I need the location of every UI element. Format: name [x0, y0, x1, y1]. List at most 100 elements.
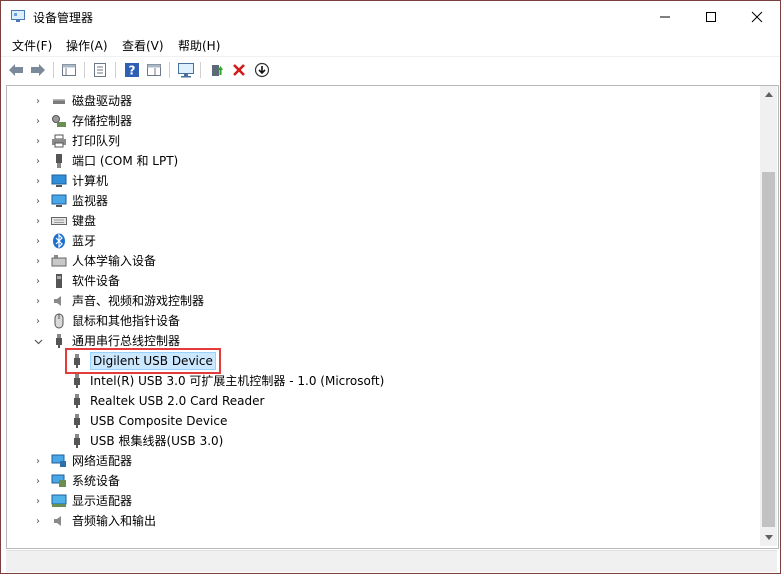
back-arrow-icon: [9, 64, 23, 76]
device-manager-window: 设备管理器 文件(F) 操作(A) 查看(V) 帮助(H) ? › 磁盘驱动器 …: [0, 0, 781, 574]
tree-item-bluetooth[interactable]: › 蓝牙: [33, 231, 96, 251]
software-device-icon: [51, 273, 67, 289]
minimize-button[interactable]: [642, 1, 688, 33]
system-device-icon: [51, 473, 67, 489]
tree-item-label: 软件设备: [72, 274, 121, 288]
tree-child-realtek-card-reader[interactable]: Realtek USB 2.0 Card Reader: [61, 391, 264, 411]
storage-controller-icon: [51, 113, 67, 129]
menu-help[interactable]: 帮助(H): [178, 37, 220, 54]
action-view-button[interactable]: [144, 60, 164, 80]
chevron-down-icon[interactable]: [33, 331, 43, 351]
scrollbar-thumb[interactable]: [762, 172, 775, 527]
chevron-right-icon[interactable]: ›: [33, 111, 43, 131]
tree-item-label: Intel(R) USB 3.0 可扩展主机控制器 - 1.0 (Microso…: [90, 374, 385, 388]
keyboard-icon: [51, 213, 67, 229]
tree-item-display-adapters[interactable]: › 显示适配器: [33, 491, 132, 511]
tree-child-usb-composite-device[interactable]: USB Composite Device: [61, 411, 227, 431]
forward-button[interactable]: [28, 60, 48, 80]
usb-icon: [51, 333, 67, 349]
tree-item-label: USB 根集线器(USB 3.0): [90, 434, 224, 448]
minimize-icon: [660, 16, 670, 18]
device-tree[interactable]: › 磁盘驱动器 › 存储控制器 › 打印队列 › 端口 (COM 和 LPT) …: [6, 85, 779, 549]
port-icon: [51, 153, 67, 169]
tree-item-label: Digilent USB Device: [90, 352, 216, 370]
maximize-button[interactable]: [688, 1, 734, 33]
tree-item-label: 网络适配器: [72, 454, 133, 468]
device-manager-app-icon: [11, 10, 25, 23]
tree-item-label: 声音、视频和游戏控制器: [72, 294, 205, 308]
chevron-right-icon[interactable]: ›: [33, 491, 43, 511]
chevron-right-icon[interactable]: ›: [33, 171, 43, 191]
status-bar: [6, 550, 777, 572]
tree-item-system-devices[interactable]: › 系统设备: [33, 471, 120, 491]
menu-file[interactable]: 文件(F): [12, 37, 52, 54]
tree-item-label: 存储控制器: [72, 114, 133, 128]
usb-device-icon: [69, 373, 85, 389]
tree-item-label: 端口 (COM 和 LPT): [72, 154, 179, 168]
usb-device-icon: [69, 413, 85, 429]
tree-child-digilent-usb-device[interactable]: Digilent USB Device: [61, 351, 216, 371]
help-button[interactable]: ?: [122, 60, 142, 80]
tree-item-print-queues[interactable]: › 打印队列: [33, 131, 120, 151]
monitor-icon: [51, 193, 67, 209]
tree-item-computer[interactable]: › 计算机: [33, 171, 108, 191]
tree-item-label: 磁盘驱动器: [72, 94, 133, 108]
tree-item-label: USB Composite Device: [90, 414, 228, 428]
tree-item-mice[interactable]: › 鼠标和其他指针设备: [33, 311, 180, 331]
tree-item-sound-video[interactable]: › 声音、视频和游戏控制器: [33, 291, 204, 311]
tree-child-intel-usb3-controller[interactable]: Intel(R) USB 3.0 可扩展主机控制器 - 1.0 (Microso…: [61, 371, 384, 391]
uninstall-device-button[interactable]: [229, 60, 249, 80]
uninstall-x-icon: [233, 64, 245, 76]
properties-sheet-icon: [62, 64, 76, 76]
tree-item-ports[interactable]: › 端口 (COM 和 LPT): [33, 151, 178, 171]
scroll-up-arrow-icon[interactable]: [760, 86, 777, 103]
scroll-down-arrow-icon[interactable]: [760, 529, 777, 546]
tree-item-disk-drives[interactable]: › 磁盘驱动器: [33, 91, 132, 111]
chevron-right-icon[interactable]: ›: [33, 471, 43, 491]
tree-item-keyboards[interactable]: › 键盘: [33, 211, 96, 231]
chevron-right-icon[interactable]: ›: [33, 131, 43, 151]
chevron-right-icon[interactable]: ›: [33, 511, 43, 531]
toolbar: ?: [1, 56, 780, 83]
chevron-right-icon[interactable]: ›: [33, 311, 43, 331]
chevron-right-icon[interactable]: ›: [33, 211, 43, 231]
chevron-right-icon[interactable]: ›: [33, 191, 43, 211]
details-view-icon: [147, 64, 161, 76]
update-driver-button[interactable]: [206, 60, 226, 80]
chevron-right-icon[interactable]: ›: [33, 251, 43, 271]
enable-device-button[interactable]: [252, 60, 272, 80]
chevron-right-icon[interactable]: ›: [33, 451, 43, 471]
tree-item-label: 系统设备: [72, 474, 121, 488]
tree-item-storage-controllers[interactable]: › 存储控制器: [33, 111, 132, 131]
tree-item-monitors[interactable]: › 监视器: [33, 191, 108, 211]
back-button[interactable]: [6, 60, 26, 80]
tree-item-label: 显示适配器: [72, 494, 133, 508]
properties-button[interactable]: [90, 60, 110, 80]
tree-item-network-adapters[interactable]: › 网络适配器: [33, 451, 132, 471]
chevron-right-icon[interactable]: ›: [33, 231, 43, 251]
chevron-right-icon[interactable]: ›: [33, 291, 43, 311]
mouse-icon: [51, 313, 67, 329]
tree-item-hid[interactable]: › 人体学输入设备: [33, 251, 156, 271]
chevron-right-icon[interactable]: ›: [33, 91, 43, 111]
computer-icon: [51, 173, 67, 189]
help-icon: ?: [125, 63, 139, 78]
close-button[interactable]: [734, 1, 780, 33]
window-title: 设备管理器: [33, 11, 94, 25]
usb-device-icon: [69, 393, 85, 409]
show-hide-console-tree-button[interactable]: [59, 60, 79, 80]
title-bar[interactable]: 设备管理器: [1, 1, 780, 33]
disk-drive-icon: [51, 93, 67, 109]
scan-hardware-button[interactable]: [176, 60, 196, 80]
menu-view[interactable]: 查看(V): [122, 37, 164, 54]
tree-item-label: 监视器: [72, 194, 109, 208]
tree-item-software-devices[interactable]: › 软件设备: [33, 271, 120, 291]
menu-action[interactable]: 操作(A): [66, 37, 108, 54]
chevron-right-icon[interactable]: ›: [33, 271, 43, 291]
tree-child-usb-root-hub[interactable]: USB 根集线器(USB 3.0): [61, 431, 223, 451]
tree-item-audio-io[interactable]: › 音频输入和输出: [33, 511, 156, 531]
forward-arrow-icon: [31, 64, 45, 76]
chevron-right-icon[interactable]: ›: [33, 151, 43, 171]
vertical-scrollbar[interactable]: [760, 86, 777, 546]
bluetooth-icon: [51, 233, 67, 249]
